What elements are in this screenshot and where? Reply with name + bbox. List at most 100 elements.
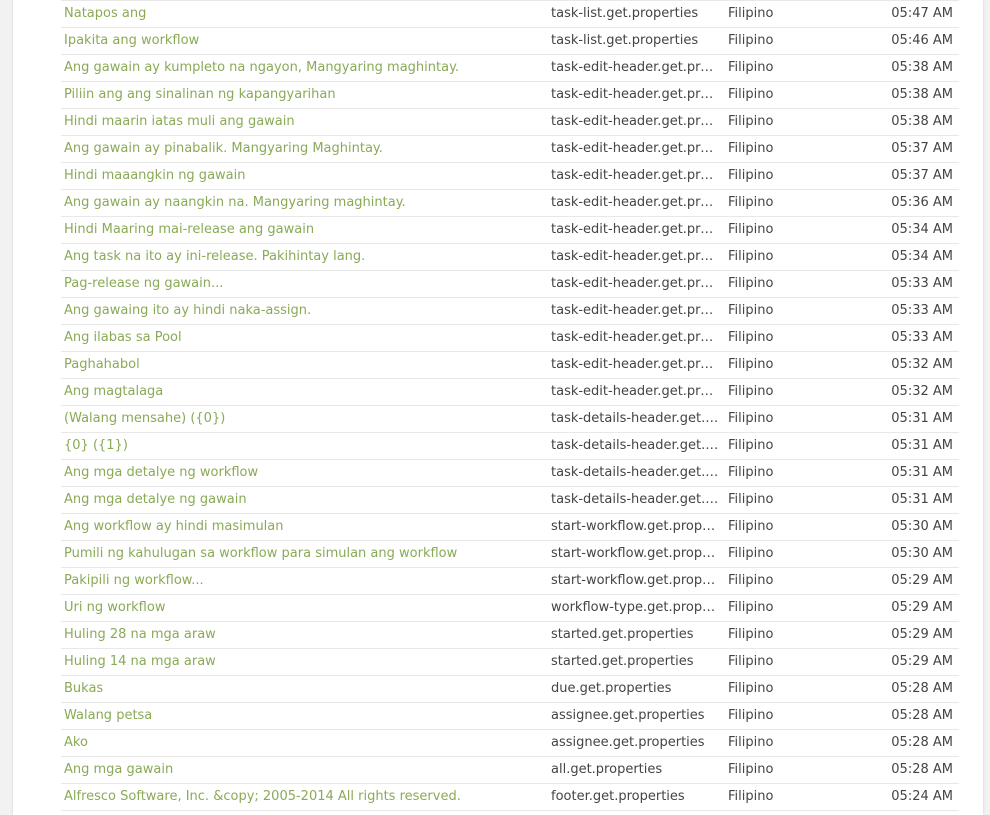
timestamp: 05:28 AM (891, 681, 953, 696)
message-link[interactable]: Walang petsa (64, 703, 544, 729)
message-link[interactable]: Ang mga gawain (64, 757, 544, 783)
resource-key: task-details-header.get.properties (551, 465, 719, 480)
message-link[interactable]: (Walang mensahe) ({0}) (64, 406, 544, 432)
language-label: Filipino (728, 627, 774, 642)
language-label: Filipino (728, 87, 774, 102)
message-link[interactable]: Ang gawain ay naangkin na. Mangyaring ma… (64, 190, 544, 216)
message-link[interactable]: Ang workflow ay hindi masimulan (64, 514, 544, 540)
table-row: Ang mga gawain all.get.properties Filipino… (61, 757, 959, 784)
message-link[interactable]: Hindi maaangkin ng gawain (64, 163, 544, 189)
message-link[interactable]: Hindi maarin iatas muli ang gawain (64, 109, 544, 135)
message-link[interactable]: Ang mga detalye ng gawain (64, 487, 544, 513)
language-label: Filipino (728, 249, 774, 264)
language-label: Filipino (728, 519, 774, 534)
resource-key: task-edit-header.get.properties (551, 87, 719, 102)
message-link[interactable]: Pag-release ng gawain... (64, 271, 544, 297)
language-label: Filipino (728, 789, 774, 804)
table-row: Bukas due.get.properties Filipino 05:28 AM (61, 676, 959, 703)
language-label: Filipino (728, 141, 774, 156)
table-row: Hindi maaangkin ng gawain task-edit-heade… (61, 163, 959, 190)
message-link[interactable]: Alfresco Software, Inc. &copy; 2005-2014… (64, 784, 544, 810)
table-row: Huling 28 na mga araw started.get.propert… (61, 622, 959, 649)
timestamp: 05:37 AM (891, 168, 953, 183)
resource-key: task-list.get.properties (551, 33, 699, 48)
message-link[interactable]: Ako (64, 730, 544, 756)
table-row: Ipakita ang workflow task-list.get.proper… (61, 28, 959, 55)
timestamp: 05:29 AM (891, 627, 953, 642)
resource-key: due.get.properties (551, 681, 672, 696)
language-label: Filipino (728, 330, 774, 345)
message-link[interactable]: Huling 14 na mga araw (64, 649, 544, 675)
resource-key: task-edit-header.get.properties (551, 195, 719, 210)
language-label: Filipino (728, 573, 774, 588)
table-row: Huling 14 na mga araw started.get.propert… (61, 649, 959, 676)
timestamp: 05:33 AM (891, 330, 953, 345)
message-link[interactable]: Ang ilabas sa Pool (64, 325, 544, 351)
message-link[interactable]: Paghahabol (64, 352, 544, 378)
resource-key: started.get.properties (551, 627, 694, 642)
language-label: Filipino (728, 708, 774, 723)
language-label: Filipino (728, 762, 774, 777)
resource-key: task-edit-header.get.properties (551, 222, 719, 237)
table-row: Paghahabol task-edit-header.get.propertie… (61, 352, 959, 379)
table-row: Ang ilabas sa Pool task-edit-header.get.p… (61, 325, 959, 352)
language-label: Filipino (728, 681, 774, 696)
resource-key: start-workflow.get.properties (551, 573, 719, 588)
translations-table: Natapos ang task-list.get.properties Filip… (61, 0, 959, 811)
table-row: Walang petsa assignee.get.properties Filip… (61, 703, 959, 730)
message-link[interactable]: {0} ({1}) (64, 433, 544, 459)
language-label: Filipino (728, 222, 774, 237)
message-link[interactable]: Ang gawaing ito ay hindi naka-assign. (64, 298, 544, 324)
message-link[interactable]: Huling 28 na mga araw (64, 622, 544, 648)
timestamp: 05:38 AM (891, 87, 953, 102)
resource-key: all.get.properties (551, 762, 663, 777)
message-link[interactable]: Ipakita ang workflow (64, 28, 544, 54)
language-label: Filipino (728, 303, 774, 318)
resource-key: task-details-header.get.properties (551, 438, 719, 453)
timestamp: 05:29 AM (891, 573, 953, 588)
resource-key: task-edit-header.get.properties (551, 60, 719, 75)
resource-key: task-details-header.get.properties (551, 411, 719, 426)
message-link[interactable]: Ang magtalaga (64, 379, 544, 405)
timestamp: 05:28 AM (891, 762, 953, 777)
table-row: Piliin ang ang sinalinan ng kapangyariha… (61, 82, 959, 109)
table-row: (Walang mensahe) ({0}) task-details-heade… (61, 406, 959, 433)
message-link[interactable]: Piliin ang ang sinalinan ng kapangyariha… (64, 82, 544, 108)
resource-key: task-edit-header.get.properties (551, 276, 719, 291)
resource-key: workflow-type.get.properties (551, 600, 719, 615)
language-label: Filipino (728, 60, 774, 75)
table-row: Ang gawain ay naangkin na. Mangyaring ma… (61, 190, 959, 217)
message-link[interactable]: Pumili ng kahulugan sa workflow para sim… (64, 541, 544, 567)
resource-key: assignee.get.properties (551, 735, 705, 750)
table-row: Alfresco Software, Inc. &copy; 2005-2014… (61, 784, 959, 811)
timestamp: 05:33 AM (891, 303, 953, 318)
resource-key: start-workflow.get.properties (551, 546, 719, 561)
message-link[interactable]: Uri ng workflow (64, 595, 544, 621)
resource-key: task-edit-header.get.properties (551, 249, 719, 264)
message-link[interactable]: Ang task na ito ay ini-release. Pakihint… (64, 244, 544, 270)
message-link[interactable]: Bukas (64, 676, 544, 702)
timestamp: 05:31 AM (891, 438, 953, 453)
timestamp: 05:29 AM (891, 654, 953, 669)
message-link[interactable]: Pakipili ng workflow... (64, 568, 544, 594)
language-label: Filipino (728, 33, 774, 48)
message-link[interactable]: Ang gawain ay pinabalik. Mangyaring Magh… (64, 136, 544, 162)
timestamp: 05:24 AM (891, 789, 953, 804)
timestamp: 05:29 AM (891, 600, 953, 615)
message-link[interactable]: Ang mga detalye ng workflow (64, 460, 544, 486)
message-link[interactable]: Ang gawain ay kumpleto na ngayon, Mangya… (64, 55, 544, 81)
timestamp: 05:34 AM (891, 249, 953, 264)
resource-key: task-edit-header.get.properties (551, 141, 719, 156)
timestamp: 05:38 AM (891, 114, 953, 129)
timestamp: 05:31 AM (891, 465, 953, 480)
message-link[interactable]: Natapos ang (64, 1, 544, 27)
timestamp: 05:28 AM (891, 708, 953, 723)
timestamp: 05:36 AM (891, 195, 953, 210)
timestamp: 05:33 AM (891, 276, 953, 291)
message-link[interactable]: Hindi Maaring mai-release ang gawain (64, 217, 544, 243)
timestamp: 05:32 AM (891, 357, 953, 372)
timestamp: 05:31 AM (891, 411, 953, 426)
table-row: Ang gawain ay kumpleto na ngayon, Mangya… (61, 55, 959, 82)
language-label: Filipino (728, 492, 774, 507)
resource-key: start-workflow.get.properties (551, 519, 719, 534)
